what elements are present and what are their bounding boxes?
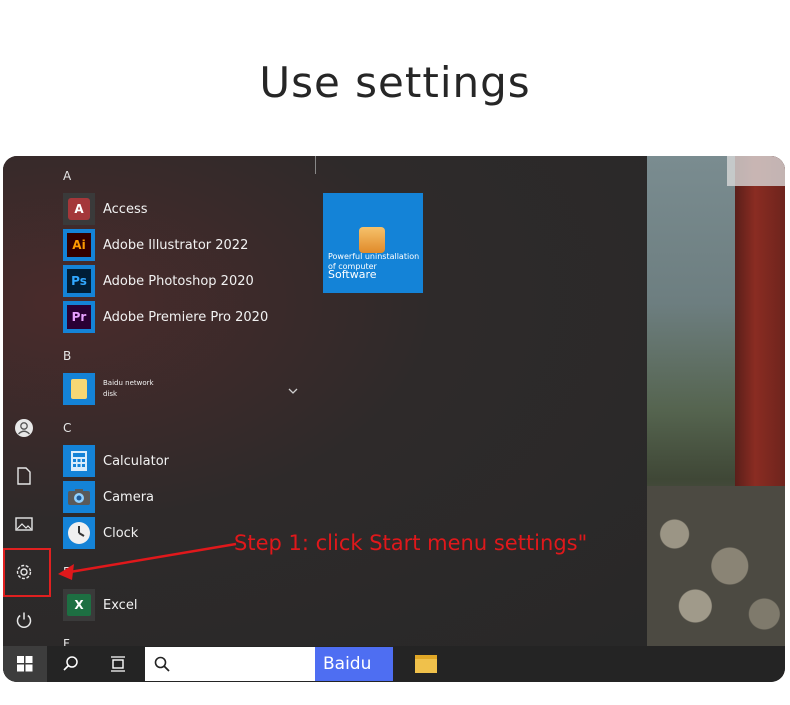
app-item-baidu-disk[interactable]: Baidu network disk (63, 373, 163, 405)
app-label: Adobe Illustrator 2022 (103, 237, 249, 253)
app-item-access[interactable]: A Access (63, 193, 148, 225)
section-letter[interactable]: B (63, 349, 71, 363)
app-item-excel[interactable]: X Excel (63, 589, 137, 621)
premiere-icon: Pr (63, 301, 95, 333)
barn-image (735, 156, 785, 496)
wallpaper-photo (647, 156, 785, 646)
folder-icon (63, 373, 95, 405)
section-letter[interactable]: A (63, 169, 71, 183)
power-icon[interactable] (13, 609, 35, 631)
desktop-screenshot: A B C E F A Access Ai Adobe Illustrator … (3, 156, 785, 682)
app-label: Clock (103, 525, 139, 541)
settings-highlight-box (3, 548, 51, 597)
app-label: Camera (103, 489, 155, 505)
excel-icon: X (63, 589, 95, 621)
chevron-down-icon[interactable] (287, 382, 299, 394)
search-input[interactable] (145, 647, 315, 681)
app-label: Calculator (103, 453, 170, 469)
clock-icon (63, 517, 95, 549)
search-icon (154, 656, 170, 672)
section-letter[interactable]: E (63, 565, 71, 579)
rocks-image (647, 486, 785, 646)
document-icon[interactable] (13, 465, 35, 487)
calculator-icon (63, 445, 95, 477)
app-label: Baidu network disk (103, 379, 154, 398)
windows-icon (17, 656, 33, 672)
app-item-clock[interactable]: Clock (63, 517, 138, 549)
app-item-photoshop[interactable]: Ps Adobe Photoshop 2020 (63, 265, 254, 297)
photoshop-icon: Ps (63, 265, 95, 297)
illustrator-icon: Ai (63, 229, 95, 261)
uninstaller-icon (359, 227, 385, 253)
search-icon[interactable] (60, 653, 82, 675)
live-tile-uninstaller[interactable]: Powerful uninstallation of computer Soft… (323, 193, 423, 293)
section-letter[interactable]: C (63, 421, 71, 435)
access-icon: A (63, 193, 95, 225)
app-item-calculator[interactable]: Calculator (63, 445, 169, 477)
user-icon[interactable] (13, 417, 35, 439)
taskbar: Baidu (3, 646, 785, 682)
pictures-icon[interactable] (13, 513, 35, 535)
app-label: Adobe Premiere Pro 2020 (103, 309, 269, 325)
tile-text: Software (328, 268, 377, 281)
app-item-illustrator[interactable]: Ai Adobe Illustrator 2022 (63, 229, 248, 261)
camera-icon (63, 481, 95, 513)
app-item-camera[interactable]: Camera (63, 481, 154, 513)
task-view-icon[interactable] (107, 653, 129, 675)
section-letter[interactable]: F (63, 637, 70, 646)
page-title: Use settings (259, 58, 531, 107)
callout-text: Step 1: click Start menu settings" (234, 531, 588, 555)
baidu-search-button[interactable]: Baidu (315, 647, 393, 681)
app-label: Access (103, 201, 148, 217)
barn-roof-image (727, 156, 785, 186)
menu-divider (315, 156, 316, 174)
app-item-premiere[interactable]: Pr Adobe Premiere Pro 2020 (63, 301, 268, 333)
app-label: Adobe Photoshop 2020 (103, 273, 254, 289)
start-button[interactable] (3, 646, 47, 682)
file-explorer-icon[interactable] (415, 655, 437, 673)
app-label: Excel (103, 597, 138, 613)
